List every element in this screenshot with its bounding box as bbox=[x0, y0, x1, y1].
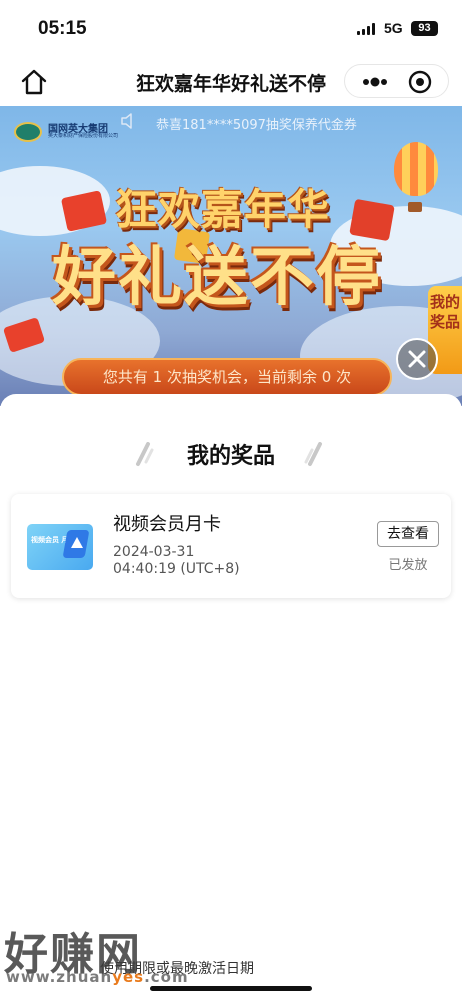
close-mini-program-button[interactable] bbox=[407, 69, 433, 95]
company-logo-icon bbox=[14, 122, 42, 142]
watermark-url-prefix: www.zhuan bbox=[6, 968, 113, 986]
home-indicator[interactable] bbox=[150, 986, 312, 991]
network-type: 5G bbox=[384, 20, 403, 36]
status-time: 05:15 bbox=[38, 18, 87, 39]
close-sheet-button[interactable] bbox=[396, 338, 438, 380]
battery-icon: 93 bbox=[411, 21, 438, 36]
play-icon bbox=[71, 537, 83, 548]
nav-bar: 狂欢嘉年华好礼送不停 bbox=[0, 58, 462, 106]
status-bar: 05:15 5G 93 bbox=[0, 0, 462, 58]
speaker-icon bbox=[121, 113, 132, 129]
more-icon bbox=[363, 77, 387, 87]
prize-status: 已发放 bbox=[388, 558, 428, 573]
prize-name: 视频会员月卡 bbox=[113, 514, 221, 535]
hot-air-balloon-icon bbox=[394, 142, 438, 196]
draw-chances: 您共有 1 次抽奖机会，当前剩余 0 次 bbox=[62, 358, 392, 396]
watermark-url-accent: yes bbox=[112, 968, 145, 986]
mini-program-capsule bbox=[344, 64, 449, 98]
watermark-url: www.zhuanyes.com bbox=[6, 968, 189, 986]
my-prizes-sheet: 我的奖品 视频会员 月卡 视频会员月卡 2024-03-31 04:40:19 … bbox=[0, 394, 462, 1000]
prize-card: 视频会员 月卡 视频会员月卡 2024-03-31 04:40:19 (UTC+… bbox=[11, 494, 451, 598]
slash-decoration-icon bbox=[304, 442, 322, 466]
prize-time: 04:40:19 (UTC+8) bbox=[113, 561, 240, 577]
signal-icon bbox=[357, 23, 377, 35]
balloon-basket bbox=[408, 202, 422, 212]
banner-headline-2: 好礼送不停 bbox=[52, 241, 382, 315]
company-subtitle: 英大泰和财产保险股份有限公司 bbox=[48, 133, 119, 139]
prize-date: 2024-03-31 bbox=[113, 544, 195, 560]
video-membership-card-icon: 视频会员 月卡 bbox=[27, 524, 93, 570]
winner-marquee: 恭喜181****5097抽奖保养代金券 bbox=[156, 118, 357, 133]
target-close-icon bbox=[408, 70, 432, 94]
close-icon bbox=[408, 350, 426, 368]
view-prize-button[interactable]: 去查看 bbox=[377, 521, 439, 547]
sheet-title: 我的奖品 bbox=[186, 444, 275, 469]
event-banner: 国网英大集团 英大泰和财产保险股份有限公司 恭喜181****5097抽奖保养代… bbox=[0, 106, 462, 406]
more-button[interactable] bbox=[357, 70, 393, 94]
watermark-url-suffix: .com bbox=[144, 968, 189, 986]
